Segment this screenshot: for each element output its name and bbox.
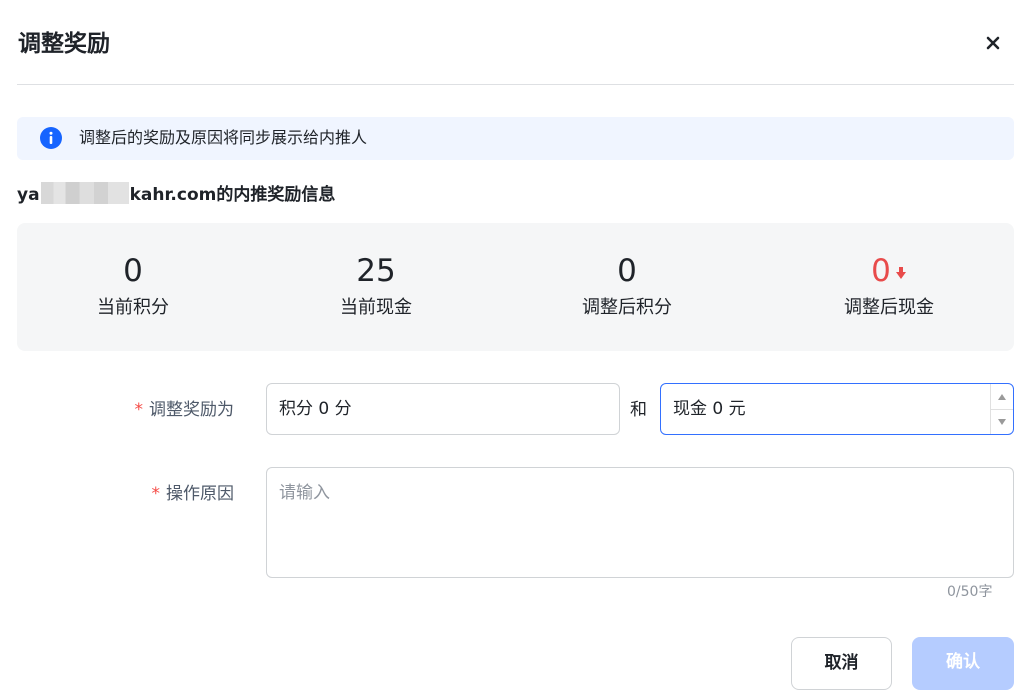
stat-value: 0 [871, 253, 891, 289]
stat-value-wrap: 0 [769, 251, 1009, 291]
reason-label: * 操作原因 [90, 481, 235, 507]
arrow-down-icon [895, 266, 906, 279]
adjust-reward-label-text: 调整奖励为 [149, 400, 234, 420]
cancel-button[interactable]: 取消 [791, 637, 892, 690]
confirm-button[interactable]: 确认 [912, 637, 1014, 690]
referrer-info-title: ya kahr.com的内推奖励信息 [17, 182, 335, 208]
stat-adjusted-points: 0 调整后积分 [507, 223, 747, 321]
and-text: 和 [630, 400, 647, 420]
caret-up-icon [998, 393, 1006, 400]
points-input[interactable]: 积分 0 分 [266, 383, 620, 435]
stats-panel: 0 当前积分 25 当前现金 0 调整后积分 0 调整后现金 [17, 223, 1014, 351]
char-counter: 0/50字 [947, 584, 993, 600]
stat-current-points: 0 当前积分 [13, 223, 253, 321]
reason-placeholder: 请输入 [279, 483, 330, 503]
cash-stepper[interactable] [990, 384, 1013, 434]
stat-label: 调整后现金 [844, 297, 934, 318]
stat-label: 当前现金 [340, 297, 412, 318]
redacted-block [40, 182, 129, 204]
dialog-title: 调整奖励 [18, 31, 110, 57]
stepper-up-button[interactable] [991, 384, 1013, 410]
stat-value: 25 [356, 253, 396, 289]
caret-down-icon [998, 418, 1006, 425]
stat-value: 0 [123, 253, 143, 289]
email-suffix: kahr.com的内推奖励信息 [129, 185, 336, 205]
stat-adjusted-cash: 0 调整后现金 [769, 223, 1009, 321]
cash-input-value: 现金 0 元 [673, 399, 746, 419]
reason-textarea[interactable]: 请输入 [266, 467, 1014, 578]
adjust-reward-label: * 调整奖励为 [90, 397, 235, 423]
info-icon [40, 127, 62, 149]
header-divider [17, 84, 1014, 85]
stat-label: 调整后积分 [582, 297, 672, 318]
stat-label: 当前积分 [97, 297, 169, 318]
required-mark: * [151, 484, 161, 504]
close-icon [986, 36, 1000, 50]
stepper-down-button[interactable] [991, 409, 1013, 434]
stat-current-cash: 25 当前现金 [256, 223, 496, 321]
points-input-value: 积分 0 分 [279, 399, 352, 419]
required-mark: * [134, 400, 144, 420]
email-prefix: ya [17, 185, 40, 205]
close-button[interactable] [978, 28, 1008, 58]
stat-value: 0 [617, 253, 637, 289]
cash-input[interactable]: 现金 0 元 [660, 383, 1014, 435]
notice-text: 调整后的奖励及原因将同步展示给内推人 [79, 128, 368, 147]
reason-label-text: 操作原因 [166, 484, 234, 504]
